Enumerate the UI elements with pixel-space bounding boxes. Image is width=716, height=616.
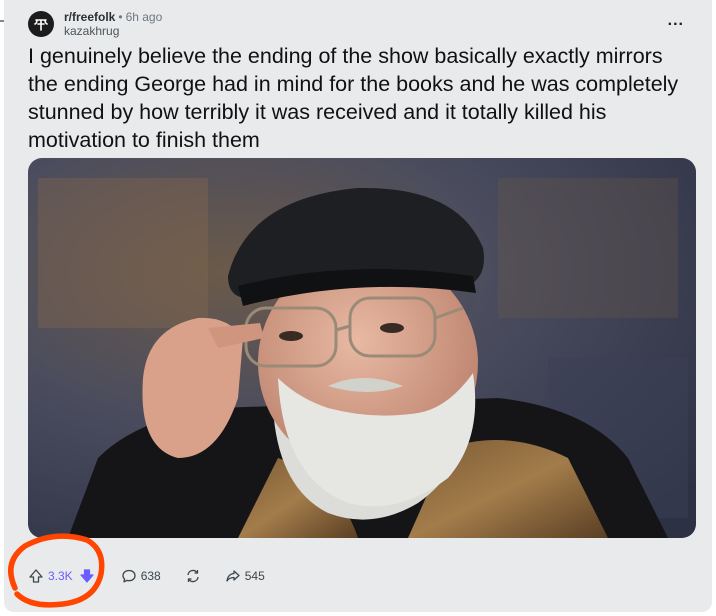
comment-icon: [121, 568, 137, 584]
post-title[interactable]: I genuinely believe the ending of the sh…: [28, 42, 696, 154]
vote-group: 3.3K: [28, 562, 97, 590]
share-button[interactable]: 545: [225, 562, 265, 590]
vote-score: 3.3K: [48, 569, 73, 583]
share-icon: [225, 568, 241, 584]
subreddit-link[interactable]: r/freefolk: [64, 10, 115, 24]
post-meta: r/freefolk • 6h ago kazakhrug: [64, 10, 162, 38]
share-count: 545: [244, 569, 265, 583]
post-header: r/freefolk • 6h ago kazakhrug: [28, 8, 162, 40]
subreddit-avatar-icon[interactable]: [28, 11, 54, 37]
crosspost-icon: [185, 568, 201, 584]
post-time: 6h ago: [125, 10, 163, 24]
post-actions-bar: 3.3K 638 545: [28, 562, 265, 590]
more-options-button[interactable]: ...: [668, 12, 684, 30]
author-link[interactable]: kazakhrug: [64, 24, 162, 38]
comments-button[interactable]: 638: [121, 562, 161, 590]
page: r/freefolk • 6h ago kazakhrug ... I genuin…: [0, 0, 716, 616]
upvote-icon[interactable]: [28, 568, 44, 584]
post-image[interactable]: [28, 158, 696, 538]
crosspost-button[interactable]: [185, 562, 201, 590]
comment-count: 638: [140, 569, 161, 583]
post-card[interactable]: r/freefolk • 6h ago kazakhrug ... I genuin…: [4, 0, 712, 612]
downvote-icon[interactable]: [79, 568, 95, 584]
meta-separator: •: [118, 10, 123, 24]
